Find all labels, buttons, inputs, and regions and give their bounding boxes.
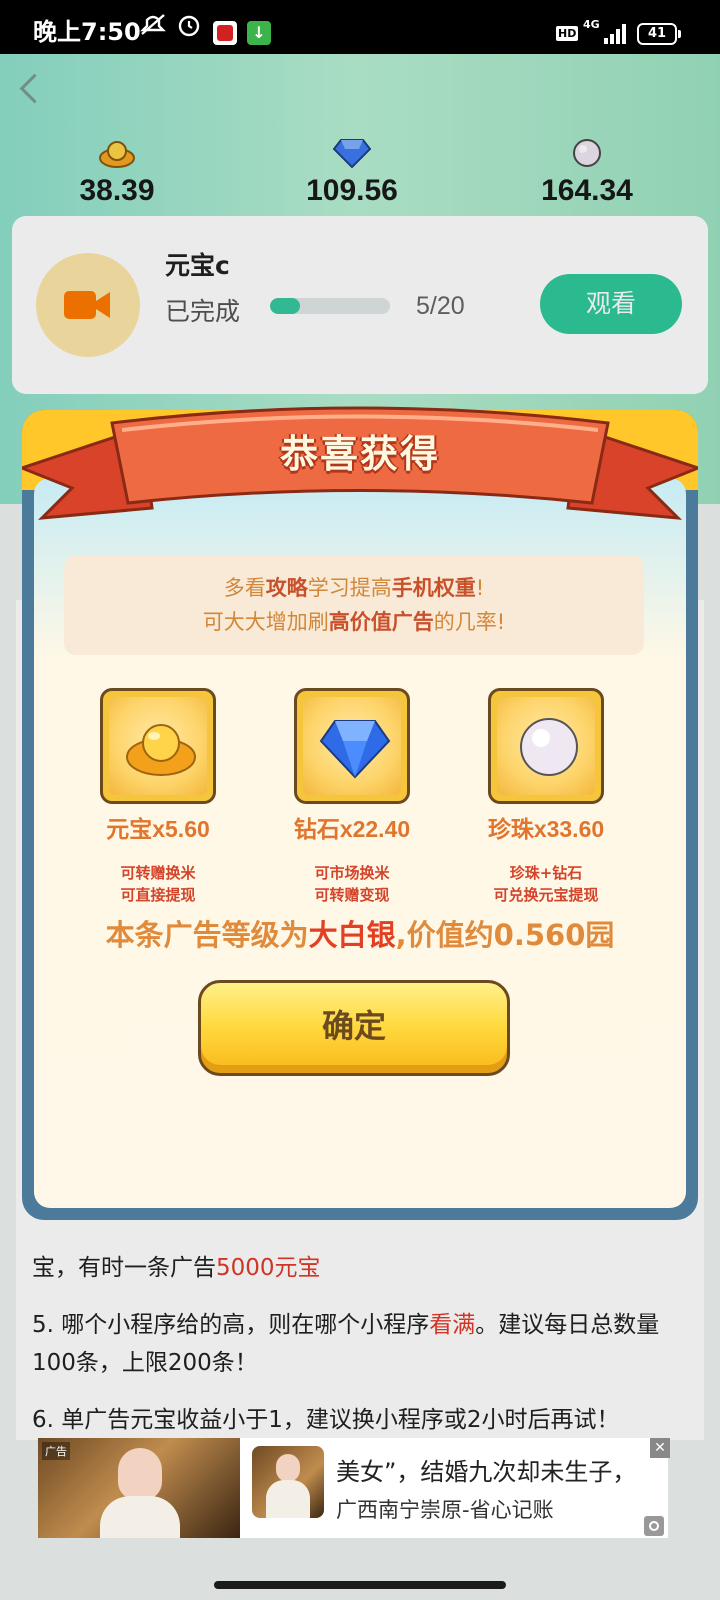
reward-pearl-frame	[488, 688, 604, 804]
hint-text: 学习提高	[307, 576, 392, 600]
hint-line-1: 多看攻略学习提高手机权重!	[64, 571, 644, 605]
reward-desc-line: 可市场换米	[314, 864, 390, 882]
dialog-title: 恭喜获得	[279, 432, 440, 476]
reward-amount: x5.60	[152, 816, 210, 842]
hint-text: 可大大增加刷	[202, 610, 329, 634]
reward-gold-label: 元宝x5.60	[58, 810, 258, 844]
reward-desc-line: 可转赠换米	[120, 864, 196, 882]
ad-image[interactable]: 广告	[38, 1438, 240, 1538]
reward-desc-line: 珍珠+钻石	[509, 864, 583, 882]
ad-value-amount: ,价值约0.560园	[395, 918, 615, 952]
ad-banner[interactable]: 广告 美女”，结婚九次却未生子， 广西南宁崇原-省心记账 ✕	[38, 1438, 670, 1538]
status-time: 晚上7:50	[33, 18, 141, 46]
hint-highlight: 手机权重	[391, 576, 476, 600]
hint-strategy-link: 攻略	[265, 576, 308, 600]
reward-gold-desc: 可转赠换米可直接提现	[58, 862, 258, 906]
reward-diamond-label: 钻石x22.40	[252, 810, 452, 844]
ad-thumbnail[interactable]	[252, 1446, 324, 1518]
reward-desc-line: 可直接提现	[120, 886, 196, 904]
ad-level: 大白银	[308, 918, 396, 952]
reward-diamond: 钻石x22.40 可市场换米可转赠变现	[252, 688, 452, 906]
diamond-icon	[319, 720, 391, 779]
confirm-button[interactable]: 确定	[198, 980, 510, 1076]
hint-text: 的几率!	[433, 610, 506, 634]
reward-desc-line: 可兑换元宝提现	[493, 886, 599, 904]
home-indicator[interactable]	[214, 1581, 506, 1589]
ad-value-line: 本条广告等级为大白银,价值约0.560园	[0, 912, 720, 954]
ad-title[interactable]: 美女”，结婚九次却未生子，	[336, 1452, 636, 1487]
ad-info-icon[interactable]	[644, 1516, 664, 1536]
hint-box: 多看攻略学习提高手机权重! 可大大增加刷高价值广告的几率!	[64, 555, 644, 655]
reward-gold-frame	[100, 688, 216, 804]
hint-text: !	[475, 576, 485, 600]
pearl-icon	[520, 718, 578, 776]
reward-amount: x22.40	[339, 816, 411, 842]
reward-pearl-label: 珍珠x33.60	[446, 810, 646, 844]
reward-pearl: 珍珠x33.60 珍珠+钻石可兑换元宝提现	[446, 688, 646, 906]
reward-amount: x33.60	[533, 816, 605, 842]
signal-icon	[604, 22, 628, 44]
hint-highlight: 高价值广告	[328, 610, 434, 634]
reward-pearl-desc: 珍珠+钻石可兑换元宝提现	[446, 862, 646, 906]
reward-name: 元宝	[106, 817, 153, 843]
ad-value-prefix: 本条广告等级为	[105, 918, 309, 952]
reward-diamond-desc: 可市场换米可转赠变现	[252, 862, 452, 906]
ad-tag: 广告	[42, 1442, 70, 1460]
status-bar: 晚上7:50 ↓ HD 4G 41	[0, 0, 720, 54]
reward-gold: 元宝x5.60 可转赠换米可直接提现	[58, 688, 258, 906]
mute-notification-icon	[139, 12, 167, 44]
battery-icon: 41	[637, 23, 681, 45]
hint-text: 多看	[223, 576, 266, 600]
hint-line-2: 可大大增加刷高价值广告的几率!	[64, 605, 644, 639]
ad-close-icon[interactable]: ✕	[650, 1438, 670, 1458]
reward-name: 钻石	[293, 817, 340, 843]
reward-desc-line: 可转赠变现	[314, 886, 390, 904]
hd-icon: HD	[556, 26, 579, 41]
reward-name: 珍珠	[487, 817, 534, 843]
alarm-icon	[176, 12, 202, 44]
ad-subtitle[interactable]: 广西南宁崇原-省心记账	[336, 1494, 554, 1524]
network-type: 4G	[583, 18, 600, 31]
app-notification-icon	[213, 21, 237, 45]
gold-ingot-icon	[126, 724, 196, 776]
reward-diamond-frame	[294, 688, 410, 804]
download-icon: ↓	[247, 21, 271, 45]
